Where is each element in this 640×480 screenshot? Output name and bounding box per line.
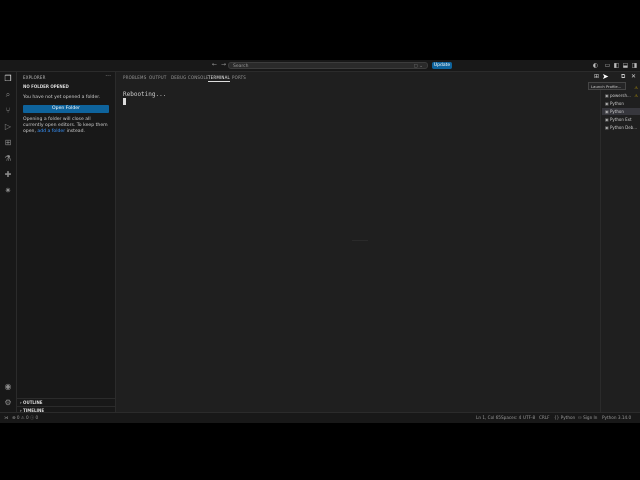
terminal-tabs-list: ▣zsh⚠ ▣powersh...⚠ ▣Python ▣Python ▣Pyth… <box>600 84 640 414</box>
mouse-pointer-icon: ➤ <box>602 72 609 81</box>
encoding-status[interactable]: UTF-8 <box>523 415 535 420</box>
terminal-cursor <box>123 98 126 105</box>
errors-count: 0 <box>16 415 20 420</box>
search-icon[interactable]: ⌕ <box>3 90 13 100</box>
copilot-icon[interactable]: ◐ <box>592 62 599 69</box>
info-text-pre: Opening a folder will close all currentl… <box>23 117 108 134</box>
no-folder-section-header[interactable]: NO FOLDER OPENED <box>23 84 69 89</box>
terminal-item-label: Python Ext <box>610 117 632 122</box>
account-icon[interactable]: ◉ <box>3 382 13 392</box>
info-text-post: instead. <box>66 129 85 134</box>
terminal-item-label: Python <box>610 109 624 114</box>
back-arrow-icon[interactable]: ← <box>212 61 217 68</box>
terminal-item-active[interactable]: ▣Python <box>602 108 640 115</box>
terminal-item[interactable]: ▣Python Ext <box>602 116 640 123</box>
toggle-panel-icon[interactable]: ⬓ <box>622 62 629 69</box>
warning-icon: ⚠ <box>634 85 638 90</box>
language-label: Python <box>560 415 576 420</box>
new-terminal-icon[interactable]: ⊞ <box>594 73 599 80</box>
panel-tabs: PROBLEMS OUTPUT DEBUG CONSOLE TERMINAL P… <box>116 72 599 82</box>
update-button[interactable]: Update <box>432 62 452 69</box>
terminal-item-label: Python Deb... <box>610 125 638 130</box>
open-folder-button[interactable]: Open Folder <box>23 105 109 113</box>
terminal-output[interactable]: Rebooting... <box>123 91 166 98</box>
terminal-item[interactable]: ▣Python <box>602 100 640 107</box>
sidebar-title: EXPLORER <box>23 75 46 80</box>
title-bar: ← → Search ▢ ⌄ Update ◐ ▭ ◧ ⬓ ◨ <box>0 60 640 72</box>
warnings-count: 0 <box>25 415 29 420</box>
toggle-secondary-sidebar-icon[interactable]: ◨ <box>631 62 638 69</box>
command-center-search[interactable]: Search ▢ ⌄ <box>228 62 428 69</box>
tab-terminal[interactable]: TERMINAL <box>208 75 230 82</box>
python-interpreter-status[interactable]: Python 3.14.0 <box>602 415 631 420</box>
tab-debug-console[interactable]: DEBUG CONSOLE <box>171 75 209 80</box>
cursor-position[interactable]: Ln 1, Col 65 <box>476 415 501 420</box>
terminal-panel: PROBLEMS OUTPUT DEBUG CONSOLE TERMINAL P… <box>116 72 636 414</box>
panel-sash <box>352 240 368 241</box>
remote-explorer-icon[interactable]: ✷ <box>3 186 13 196</box>
terminal-item-label: powersh... <box>610 93 631 98</box>
errors-status[interactable]: ⊗ 0 ⚠ 0 ⓘ 0 <box>12 415 38 421</box>
testing-icon[interactable]: ⚗ <box>3 154 13 164</box>
no-folder-message: You have not yet opened a folder. <box>23 95 101 100</box>
status-bar: ⋊ ⊗ 0 ⚠ 0 ⓘ 0 Ln 1, Col 65 Spaces: 4 UTF… <box>0 412 640 423</box>
run-debug-icon[interactable]: ▷ <box>3 122 13 132</box>
settings-gear-icon[interactable]: ⚙ <box>3 398 13 408</box>
outline-section[interactable]: › OUTLINE <box>17 398 115 405</box>
indentation-status[interactable]: Spaces: 4 <box>501 415 521 420</box>
sign-in-label: Sign In <box>583 415 598 420</box>
info-count: 0 <box>35 415 39 420</box>
terminal-item[interactable]: ▣powersh... ⚠ <box>602 92 640 99</box>
source-control-icon[interactable]: ⑂ <box>3 106 13 116</box>
eol-status[interactable]: CRLF <box>539 415 550 420</box>
outline-label: OUTLINE <box>23 400 43 405</box>
terminal-item[interactable]: ▣Python Deb... <box>602 124 640 131</box>
maximize-panel-icon[interactable]: ⧉ <box>621 73 625 81</box>
remote-indicator-icon[interactable]: ⋊ <box>4 415 8 420</box>
forward-arrow-icon[interactable]: → <box>221 61 226 68</box>
sign-in-status[interactable]: ⚇ Sign In <box>578 415 597 420</box>
terminal-item-label: Python <box>610 101 624 106</box>
tab-problems[interactable]: PROBLEMS <box>123 75 146 80</box>
language-status[interactable]: {} Python <box>554 415 575 420</box>
launch-profile-tooltip: Launch Profile... <box>588 82 626 90</box>
add-folder-link[interactable]: add a folder <box>37 129 65 134</box>
activity-bar: ❐ ⌕ ⑂ ▷ ⊞ ⚗ ✚ ✷ ◉ ⚙ <box>0 72 17 414</box>
search-placeholder: Search <box>233 64 249 69</box>
layout-icon[interactable]: ▭ <box>604 62 611 69</box>
chat-icon[interactable]: ▢ ⌄ <box>414 63 423 70</box>
tab-ports[interactable]: PORTS <box>232 75 246 80</box>
toggle-sidebar-icon[interactable]: ◧ <box>613 62 620 69</box>
vscode-window: ← → Search ▢ ⌄ Update ◐ ▭ ◧ ⬓ ◨ ❐ ⌕ ⑂ ▷ … <box>0 60 640 423</box>
open-folder-info: Opening a folder will close all currentl… <box>23 117 111 135</box>
files-icon[interactable]: ❐ <box>3 74 13 84</box>
python-icon[interactable]: ✚ <box>3 170 13 180</box>
tab-output[interactable]: OUTPUT <box>149 75 167 80</box>
warning-icon: ⚠ <box>634 93 638 98</box>
more-actions-icon[interactable]: ··· <box>105 73 111 80</box>
explorer-sidebar: EXPLORER ··· NO FOLDER OPENED You have n… <box>17 72 116 414</box>
close-panel-icon[interactable]: ✕ <box>631 73 636 80</box>
extensions-icon[interactable]: ⊞ <box>3 138 13 148</box>
